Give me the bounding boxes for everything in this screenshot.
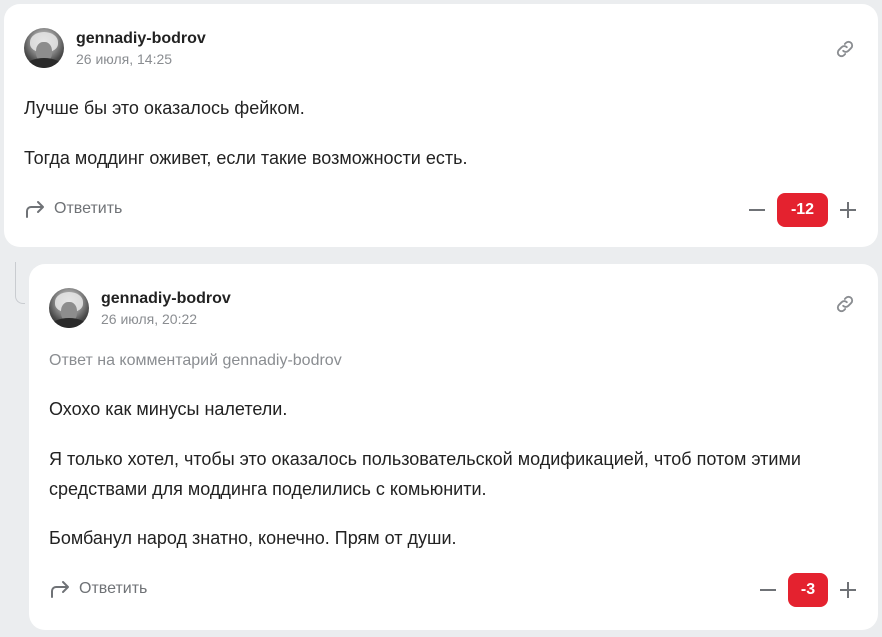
score-badge: -3 — [788, 573, 828, 607]
comment-text: Тогда моддинг оживет, если такие возможн… — [24, 148, 468, 168]
link-icon[interactable] — [834, 293, 856, 315]
reply-label: Ответить — [54, 200, 123, 217]
comment-card: gennadiy-bodrov 26 июля, 20:22 Ответ на … — [29, 264, 878, 630]
comment-text: Я только хотел, чтобы это оказалось поль… — [49, 449, 801, 499]
author-name[interactable]: gennadiy-bodrov — [76, 29, 206, 49]
avatar[interactable] — [24, 28, 64, 68]
reply-button[interactable]: Ответить — [24, 199, 122, 219]
comment-text: Бомбанул народ знатно, конечно. Прям от … — [49, 528, 457, 548]
reply-label: Ответить — [79, 580, 148, 597]
minus-icon[interactable] — [758, 580, 778, 600]
reply-to-link[interactable]: Ответ на комментарий gennadiy-bodrov — [49, 352, 342, 370]
reply-arrow-icon — [26, 201, 44, 218]
avatar[interactable] — [49, 288, 89, 328]
comment-text: Охохо как минусы налетели. — [49, 399, 288, 419]
plus-icon[interactable] — [838, 580, 858, 600]
reply-button[interactable]: Ответить — [49, 579, 147, 599]
author-name[interactable]: gennadiy-bodrov — [101, 289, 231, 309]
comment-header: gennadiy-bodrov 26 июля, 20:22 — [49, 288, 231, 328]
plus-icon[interactable] — [838, 200, 858, 220]
vote-control: -3 — [758, 573, 858, 607]
minus-icon[interactable] — [747, 200, 767, 220]
score-badge: -12 — [777, 193, 828, 227]
comment-date: 26 июля, 14:25 — [76, 50, 173, 67]
vote-control: -12 — [747, 193, 858, 227]
comment-date: 26 июля, 20:22 — [101, 310, 198, 327]
comment-header: gennadiy-bodrov 26 июля, 14:25 — [24, 28, 206, 68]
reply-arrow-icon — [51, 581, 69, 598]
comment-card: gennadiy-bodrov 26 июля, 14:25 Лучше бы … — [4, 4, 878, 247]
link-icon[interactable] — [834, 38, 856, 60]
comment-text: Лучше бы это оказалось фейком. — [24, 98, 305, 118]
thread-connector — [15, 262, 25, 304]
